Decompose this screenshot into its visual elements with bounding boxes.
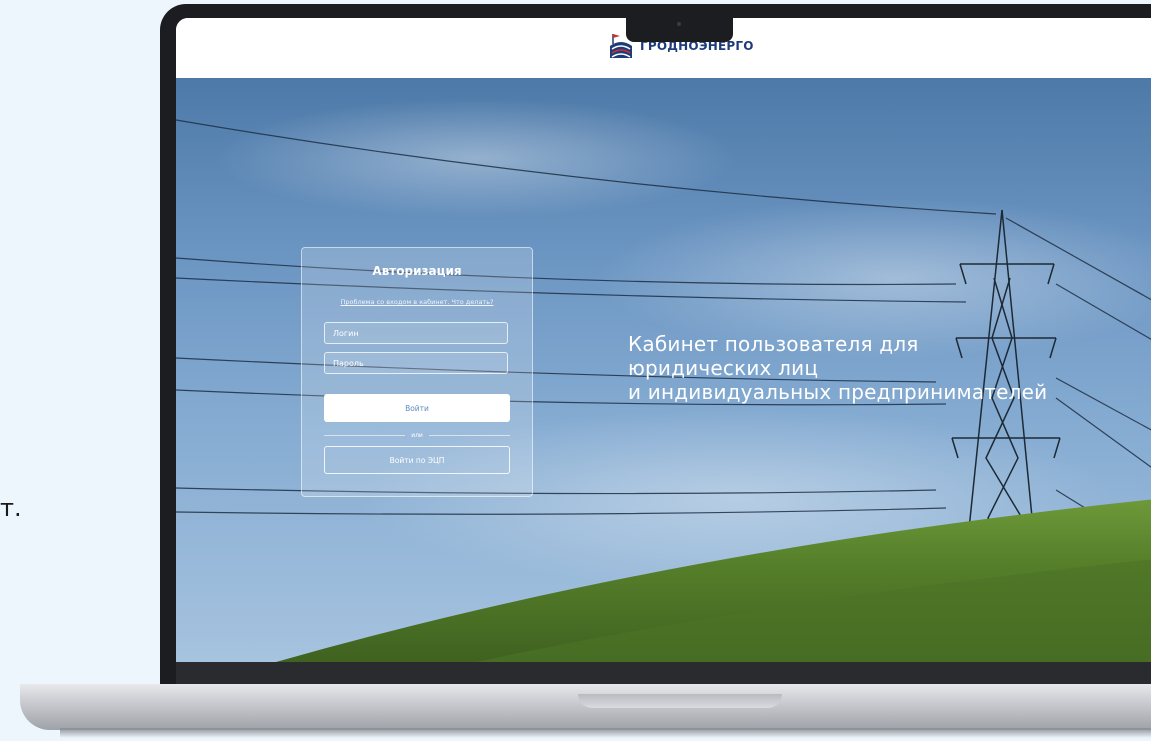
side-caption: т. <box>0 494 22 522</box>
laptop-base <box>20 684 1151 730</box>
laptop-thumb-notch <box>578 694 782 708</box>
login-input[interactable] <box>324 322 508 344</box>
or-divider: или <box>324 430 511 440</box>
hero-banner: Кабинет пользователя для юридических лиц… <box>176 78 1151 662</box>
hero-title-line: Кабинет пользователя для <box>628 332 919 356</box>
hero-title: Кабинет пользователя для юридических лиц… <box>628 332 1047 404</box>
or-text: или <box>411 431 423 439</box>
browser-screen: ГРОДНОЭНЕРГО Кабинет пользователя для юр… <box>176 18 1151 662</box>
login-help-link[interactable]: Проблема со входом в кабинет. Что делать… <box>302 298 532 306</box>
camera-icon <box>677 22 681 26</box>
hero-title-line: юридических лиц <box>628 356 819 380</box>
login-ecp-button[interactable]: Войти по ЭЦП <box>324 446 510 474</box>
password-input[interactable] <box>324 352 508 374</box>
divider-line <box>324 434 406 436</box>
login-button[interactable]: Войти <box>324 394 510 422</box>
camera-notch <box>626 18 733 42</box>
laptop-shadow <box>60 728 1151 738</box>
auth-panel: Авторизация Проблема со входом в кабинет… <box>301 247 533 497</box>
hero-title-line: и индивидуальных предпринимателей <box>628 380 1048 404</box>
auth-title: Авторизация <box>372 264 462 278</box>
divider-line <box>428 434 511 436</box>
